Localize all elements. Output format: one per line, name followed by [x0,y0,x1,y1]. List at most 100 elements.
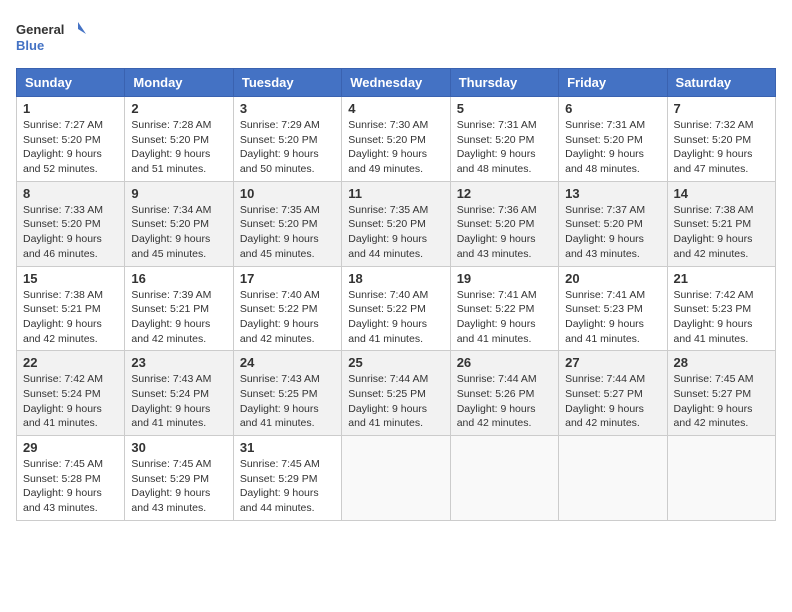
day-info: Sunrise: 7:34 AMSunset: 5:20 PMDaylight:… [131,203,226,262]
day-info: Sunrise: 7:40 AMSunset: 5:22 PMDaylight:… [240,288,335,347]
calendar-cell: 8 Sunrise: 7:33 AMSunset: 5:20 PMDayligh… [17,181,125,266]
calendar-cell: 14 Sunrise: 7:38 AMSunset: 5:21 PMDaylig… [667,181,775,266]
day-number: 27 [565,355,660,370]
calendar-cell [559,436,667,521]
day-info: Sunrise: 7:45 AMSunset: 5:29 PMDaylight:… [240,457,335,516]
day-number: 13 [565,186,660,201]
day-info: Sunrise: 7:45 AMSunset: 5:28 PMDaylight:… [23,457,118,516]
calendar-cell: 11 Sunrise: 7:35 AMSunset: 5:20 PMDaylig… [342,181,450,266]
day-info: Sunrise: 7:31 AMSunset: 5:20 PMDaylight:… [457,118,552,177]
day-info: Sunrise: 7:36 AMSunset: 5:20 PMDaylight:… [457,203,552,262]
day-info: Sunrise: 7:37 AMSunset: 5:20 PMDaylight:… [565,203,660,262]
calendar-header: SundayMondayTuesdayWednesdayThursdayFrid… [17,69,776,97]
calendar-cell: 13 Sunrise: 7:37 AMSunset: 5:20 PMDaylig… [559,181,667,266]
day-info: Sunrise: 7:41 AMSunset: 5:22 PMDaylight:… [457,288,552,347]
day-number: 2 [131,101,226,116]
day-info: Sunrise: 7:33 AMSunset: 5:20 PMDaylight:… [23,203,118,262]
day-number: 14 [674,186,769,201]
calendar-cell: 7 Sunrise: 7:32 AMSunset: 5:20 PMDayligh… [667,97,775,182]
calendar-cell: 15 Sunrise: 7:38 AMSunset: 5:21 PMDaylig… [17,266,125,351]
calendar-cell: 28 Sunrise: 7:45 AMSunset: 5:27 PMDaylig… [667,351,775,436]
calendar-cell: 2 Sunrise: 7:28 AMSunset: 5:20 PMDayligh… [125,97,233,182]
day-info: Sunrise: 7:38 AMSunset: 5:21 PMDaylight:… [674,203,769,262]
calendar-cell: 25 Sunrise: 7:44 AMSunset: 5:25 PMDaylig… [342,351,450,436]
calendar-cell: 10 Sunrise: 7:35 AMSunset: 5:20 PMDaylig… [233,181,341,266]
calendar-cell: 27 Sunrise: 7:44 AMSunset: 5:27 PMDaylig… [559,351,667,436]
day-number: 4 [348,101,443,116]
calendar-cell: 1 Sunrise: 7:27 AMSunset: 5:20 PMDayligh… [17,97,125,182]
header: General Blue [16,16,776,56]
day-info: Sunrise: 7:41 AMSunset: 5:23 PMDaylight:… [565,288,660,347]
day-number: 16 [131,271,226,286]
calendar-cell: 18 Sunrise: 7:40 AMSunset: 5:22 PMDaylig… [342,266,450,351]
day-number: 5 [457,101,552,116]
weekday-header: Thursday [450,69,558,97]
calendar-table: SundayMondayTuesdayWednesdayThursdayFrid… [16,68,776,521]
day-number: 8 [23,186,118,201]
day-number: 10 [240,186,335,201]
day-number: 12 [457,186,552,201]
day-number: 9 [131,186,226,201]
calendar-cell: 24 Sunrise: 7:43 AMSunset: 5:25 PMDaylig… [233,351,341,436]
day-number: 17 [240,271,335,286]
day-info: Sunrise: 7:44 AMSunset: 5:26 PMDaylight:… [457,372,552,431]
day-info: Sunrise: 7:27 AMSunset: 5:20 PMDaylight:… [23,118,118,177]
day-number: 22 [23,355,118,370]
day-number: 11 [348,186,443,201]
day-info: Sunrise: 7:44 AMSunset: 5:27 PMDaylight:… [565,372,660,431]
day-info: Sunrise: 7:43 AMSunset: 5:25 PMDaylight:… [240,372,335,431]
calendar-cell [342,436,450,521]
day-info: Sunrise: 7:30 AMSunset: 5:20 PMDaylight:… [348,118,443,177]
day-number: 24 [240,355,335,370]
day-info: Sunrise: 7:39 AMSunset: 5:21 PMDaylight:… [131,288,226,347]
day-info: Sunrise: 7:32 AMSunset: 5:20 PMDaylight:… [674,118,769,177]
day-info: Sunrise: 7:35 AMSunset: 5:20 PMDaylight:… [240,203,335,262]
day-info: Sunrise: 7:45 AMSunset: 5:27 PMDaylight:… [674,372,769,431]
calendar-cell: 19 Sunrise: 7:41 AMSunset: 5:22 PMDaylig… [450,266,558,351]
day-info: Sunrise: 7:42 AMSunset: 5:24 PMDaylight:… [23,372,118,431]
calendar-cell: 29 Sunrise: 7:45 AMSunset: 5:28 PMDaylig… [17,436,125,521]
day-number: 1 [23,101,118,116]
calendar-cell: 23 Sunrise: 7:43 AMSunset: 5:24 PMDaylig… [125,351,233,436]
calendar-cell: 17 Sunrise: 7:40 AMSunset: 5:22 PMDaylig… [233,266,341,351]
calendar-cell: 5 Sunrise: 7:31 AMSunset: 5:20 PMDayligh… [450,97,558,182]
calendar-cell: 3 Sunrise: 7:29 AMSunset: 5:20 PMDayligh… [233,97,341,182]
day-info: Sunrise: 7:38 AMSunset: 5:21 PMDaylight:… [23,288,118,347]
day-number: 18 [348,271,443,286]
weekday-header: Monday [125,69,233,97]
weekday-header: Saturday [667,69,775,97]
calendar-cell: 30 Sunrise: 7:45 AMSunset: 5:29 PMDaylig… [125,436,233,521]
weekday-header: Wednesday [342,69,450,97]
calendar-cell: 21 Sunrise: 7:42 AMSunset: 5:23 PMDaylig… [667,266,775,351]
day-info: Sunrise: 7:31 AMSunset: 5:20 PMDaylight:… [565,118,660,177]
day-number: 15 [23,271,118,286]
calendar-cell: 12 Sunrise: 7:36 AMSunset: 5:20 PMDaylig… [450,181,558,266]
day-info: Sunrise: 7:40 AMSunset: 5:22 PMDaylight:… [348,288,443,347]
weekday-header: Tuesday [233,69,341,97]
day-number: 20 [565,271,660,286]
day-number: 7 [674,101,769,116]
logo: General Blue [16,16,86,56]
day-number: 19 [457,271,552,286]
day-info: Sunrise: 7:42 AMSunset: 5:23 PMDaylight:… [674,288,769,347]
calendar-cell: 16 Sunrise: 7:39 AMSunset: 5:21 PMDaylig… [125,266,233,351]
day-number: 31 [240,440,335,455]
day-number: 23 [131,355,226,370]
day-number: 6 [565,101,660,116]
day-number: 30 [131,440,226,455]
calendar-cell: 26 Sunrise: 7:44 AMSunset: 5:26 PMDaylig… [450,351,558,436]
day-info: Sunrise: 7:43 AMSunset: 5:24 PMDaylight:… [131,372,226,431]
day-number: 29 [23,440,118,455]
weekday-header: Friday [559,69,667,97]
day-info: Sunrise: 7:44 AMSunset: 5:25 PMDaylight:… [348,372,443,431]
calendar-cell: 6 Sunrise: 7:31 AMSunset: 5:20 PMDayligh… [559,97,667,182]
day-info: Sunrise: 7:35 AMSunset: 5:20 PMDaylight:… [348,203,443,262]
day-number: 26 [457,355,552,370]
day-number: 25 [348,355,443,370]
day-info: Sunrise: 7:45 AMSunset: 5:29 PMDaylight:… [131,457,226,516]
weekday-header: Sunday [17,69,125,97]
day-info: Sunrise: 7:29 AMSunset: 5:20 PMDaylight:… [240,118,335,177]
logo-svg: General Blue [16,16,86,56]
calendar-cell [667,436,775,521]
calendar-cell: 31 Sunrise: 7:45 AMSunset: 5:29 PMDaylig… [233,436,341,521]
